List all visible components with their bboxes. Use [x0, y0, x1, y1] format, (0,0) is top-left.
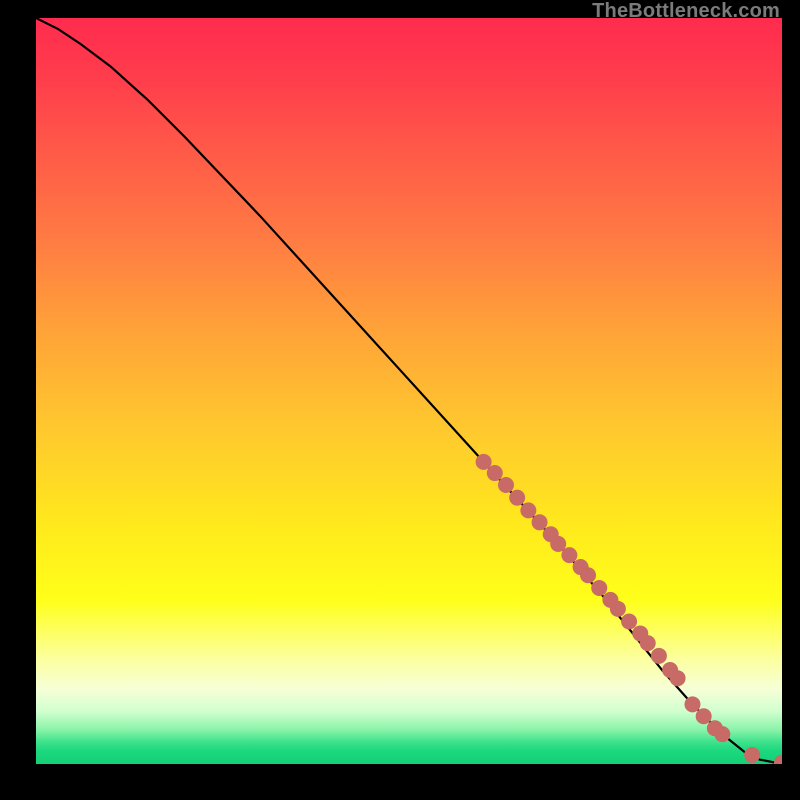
chart-area — [36, 18, 782, 764]
sample-marker — [621, 614, 637, 630]
sample-marker — [580, 567, 596, 583]
sample-marker — [651, 648, 667, 664]
chart-svg — [36, 18, 782, 764]
sample-marker — [640, 635, 656, 651]
sample-marker — [509, 490, 525, 506]
sample-marker — [610, 601, 626, 617]
sample-marker — [520, 502, 536, 518]
marker-group — [476, 454, 782, 764]
sample-marker — [696, 708, 712, 724]
sample-marker — [532, 514, 548, 530]
sample-marker — [670, 670, 686, 686]
sample-marker — [487, 465, 503, 481]
curve-group — [36, 18, 782, 763]
sample-marker — [774, 755, 782, 764]
watermark: TheBottleneck.com — [592, 0, 780, 23]
sample-marker — [561, 547, 577, 563]
sample-marker — [714, 726, 730, 742]
sample-marker — [591, 580, 607, 596]
sample-marker — [744, 747, 760, 763]
sample-marker — [684, 696, 700, 712]
bottleneck-curve — [36, 18, 782, 763]
sample-marker — [498, 477, 514, 493]
